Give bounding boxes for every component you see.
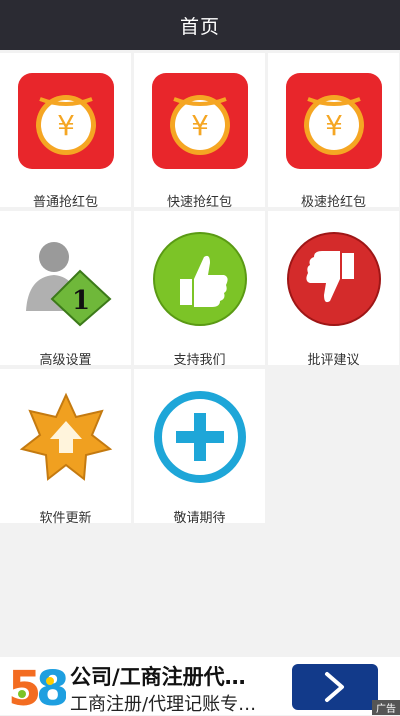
tile-label: 敬请期待 bbox=[173, 511, 226, 526]
tile-coming-soon[interactable]: 敬请期待 bbox=[134, 369, 265, 526]
tile-fast-grab[interactable]: ¥ 快速抢红包 bbox=[134, 53, 265, 210]
tile-label: 高级设置 bbox=[39, 353, 92, 368]
svg-text:1: 1 bbox=[72, 286, 90, 316]
ad-tag: 广告 bbox=[372, 700, 400, 715]
tile-label: 快速抢红包 bbox=[166, 195, 232, 210]
tile-advanced-settings[interactable]: 1 高级设置 bbox=[0, 211, 131, 368]
svg-text:8: 8 bbox=[36, 661, 66, 713]
thumbs-up-icon bbox=[153, 232, 247, 326]
tile-feedback[interactable]: 批评建议 bbox=[268, 211, 399, 368]
tile-support-us[interactable]: 支持我们 bbox=[134, 211, 265, 368]
tile-label: 极速抢红包 bbox=[300, 195, 366, 210]
ad-title: 公司/工商注册代… bbox=[70, 665, 246, 689]
user-settings-icon: 1 bbox=[26, 242, 112, 327]
svg-text:¥: ¥ bbox=[191, 109, 209, 142]
ad-banner[interactable]: 5 8 公司/工商注册代… 工商注册/代理记账专… bbox=[0, 657, 400, 715]
page-title: 首页 bbox=[179, 15, 220, 38]
red-envelope-icon: ¥ bbox=[286, 73, 382, 169]
58-logo-icon: 5 8 bbox=[8, 661, 66, 713]
tile-label: 支持我们 bbox=[173, 353, 226, 368]
update-icon bbox=[19, 392, 113, 481]
tile-label: 普通抢红包 bbox=[32, 195, 98, 210]
tile-software-update[interactable]: 软件更新 bbox=[0, 369, 131, 526]
tile-label: 批评建议 bbox=[307, 353, 360, 368]
top-bar: 首页 bbox=[0, 0, 400, 50]
ad-subtitle: 工商注册/代理记账专… bbox=[70, 694, 257, 715]
svg-text:¥: ¥ bbox=[57, 109, 75, 142]
tile-extreme-grab[interactable]: ¥ 极速抢红包 bbox=[268, 53, 399, 210]
plus-icon bbox=[154, 391, 246, 483]
tile-label: 软件更新 bbox=[39, 511, 92, 526]
tile-normal-grab[interactable]: ¥ 普通抢红包 bbox=[0, 53, 131, 210]
feature-grid: ¥ 普通抢红包 ¥ 快速抢红包 ¥ 极速抢红包 1 高级设置 支持我们 批评建议… bbox=[0, 50, 400, 665]
thumbs-down-icon bbox=[287, 232, 381, 326]
chevron-right-icon bbox=[325, 672, 344, 702]
ad-open-button[interactable] bbox=[292, 664, 378, 710]
red-envelope-icon: ¥ bbox=[18, 73, 114, 169]
red-envelope-icon: ¥ bbox=[152, 73, 248, 169]
svg-text:¥: ¥ bbox=[325, 109, 343, 142]
